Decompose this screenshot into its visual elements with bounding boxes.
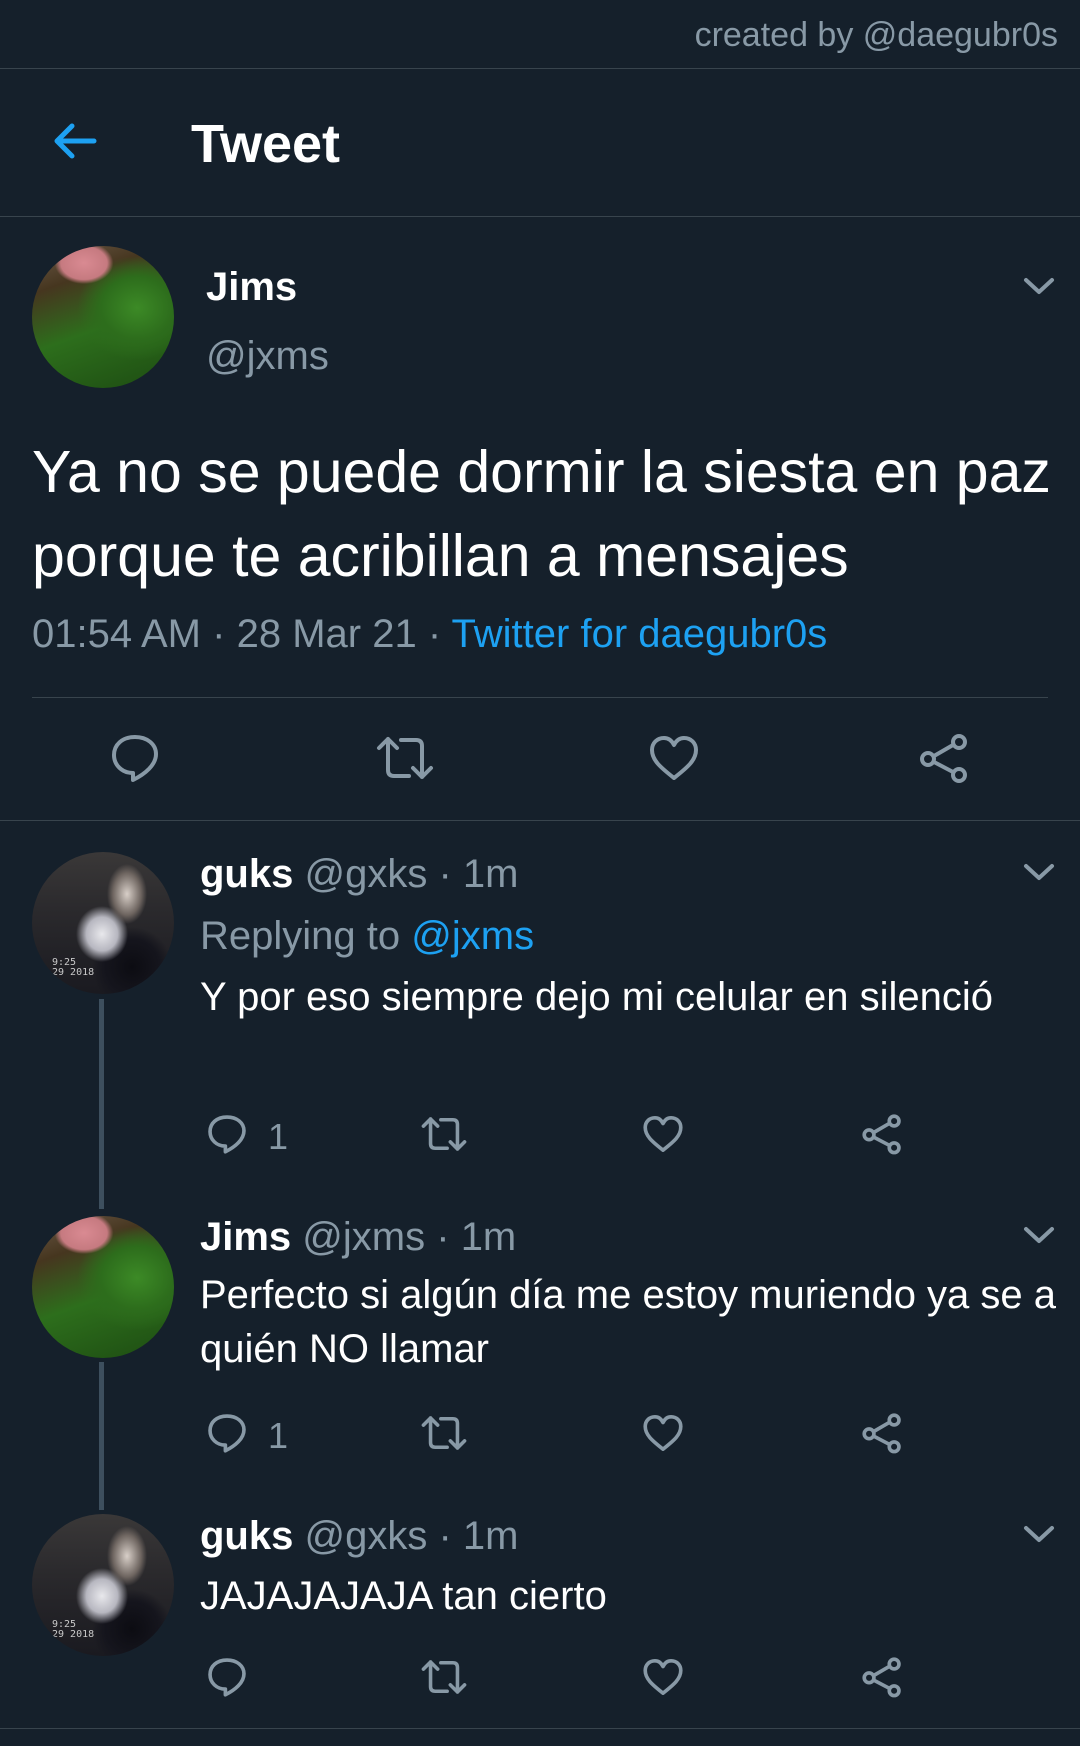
author-handle[interactable]: @jxms	[206, 334, 329, 379]
reply-header: Jims @jxms · 1m	[200, 1215, 516, 1260]
share-icon[interactable]	[918, 732, 970, 784]
retweet-icon[interactable]	[420, 1658, 468, 1696]
reply-count: 1	[268, 1415, 289, 1456]
author-name[interactable]: Jims	[206, 265, 297, 310]
share-icon[interactable]	[861, 1412, 903, 1454]
arrow-left-icon[interactable]	[50, 116, 100, 166]
reply-text: JAJAJAJAJA tan cierto	[200, 1574, 607, 1618]
author-name[interactable]: guks	[200, 852, 293, 896]
thread-line	[99, 999, 104, 1209]
credit-text: created by @daegubr0s	[694, 16, 1058, 54]
reply-icon[interactable]	[109, 732, 161, 784]
avatar[interactable]: 9:25 29 2018	[32, 1514, 174, 1656]
reply-text: Perfecto si algún día me estoy muriendo …	[200, 1273, 1057, 1371]
reply-icon[interactable]	[206, 1113, 248, 1155]
meta-separator: ·	[212, 612, 226, 656]
author-handle[interactable]: @jxms	[302, 1215, 425, 1259]
reply-icon[interactable]	[206, 1656, 248, 1698]
reply-actions	[0, 1652, 1080, 1702]
chevron-down-icon[interactable]	[1022, 275, 1056, 297]
share-icon[interactable]	[861, 1656, 903, 1698]
meta-separator: ·	[427, 612, 442, 656]
divider	[0, 1728, 1080, 1729]
replying-to-handle[interactable]: @jxms	[411, 914, 534, 958]
reply-icon[interactable]	[206, 1412, 248, 1454]
tweet-text: Ya no se puede dormir la siesta en paz p…	[32, 439, 1051, 589]
divider	[0, 820, 1080, 821]
reply-time: 1m	[462, 852, 519, 896]
like-icon[interactable]	[642, 1657, 684, 1697]
tweet-source-link[interactable]: Twitter for daegubr0s	[452, 612, 828, 656]
like-icon[interactable]	[642, 1114, 684, 1154]
tweet-meta: 01:54 AM · 28 Mar 21 · Twitter for daegu…	[32, 612, 827, 657]
author-name[interactable]: Jims	[200, 1215, 291, 1259]
replying-to: Replying to @jxms	[200, 914, 534, 959]
chevron-down-icon[interactable]	[1022, 1224, 1056, 1246]
reply-text: Y por eso siempre dejo mi celular en sil…	[200, 975, 993, 1019]
tweet-date: 28 Mar 21	[236, 612, 417, 656]
replying-label: Replying to	[200, 914, 401, 958]
tweet-actions	[0, 718, 1080, 800]
chevron-down-icon[interactable]	[1022, 861, 1056, 883]
avatar[interactable]	[32, 246, 174, 388]
retweet-icon[interactable]	[420, 1414, 468, 1452]
reply-actions: 1	[0, 1109, 1080, 1159]
reply-time: 1m	[460, 1215, 517, 1259]
reply-actions: 1	[0, 1408, 1080, 1458]
page-title: Tweet	[191, 114, 341, 174]
header: Tweet	[0, 69, 1080, 217]
chevron-down-icon[interactable]	[1022, 1523, 1056, 1545]
like-icon[interactable]	[648, 734, 700, 782]
avatar[interactable]	[32, 1216, 174, 1358]
meta-separator: ·	[436, 1215, 450, 1259]
reply-header: guks @gxks · 1m	[200, 852, 519, 897]
divider	[32, 697, 1048, 698]
retweet-icon[interactable]	[420, 1115, 468, 1153]
avatar-stamp: 9:25 29 2018	[52, 1619, 95, 1640]
meta-separator: ·	[438, 1514, 452, 1558]
share-icon[interactable]	[861, 1113, 903, 1155]
reply-time: 1m	[462, 1514, 519, 1558]
reply-header: guks @gxks · 1m	[200, 1514, 519, 1559]
reply-count: 1	[268, 1116, 289, 1157]
author-handle[interactable]: @gxks	[304, 1514, 427, 1558]
avatar-stamp: 9:25 29 2018	[52, 957, 95, 978]
retweet-icon[interactable]	[375, 734, 435, 782]
tweet-time: 01:54 AM	[32, 612, 202, 656]
avatar[interactable]: 9:25 29 2018	[32, 852, 174, 994]
author-handle[interactable]: @gxks	[304, 852, 427, 896]
author-name[interactable]: guks	[200, 1514, 293, 1558]
credit-bar: created by @daegubr0s	[0, 0, 1080, 69]
like-icon[interactable]	[642, 1413, 684, 1453]
meta-separator: ·	[438, 852, 452, 896]
